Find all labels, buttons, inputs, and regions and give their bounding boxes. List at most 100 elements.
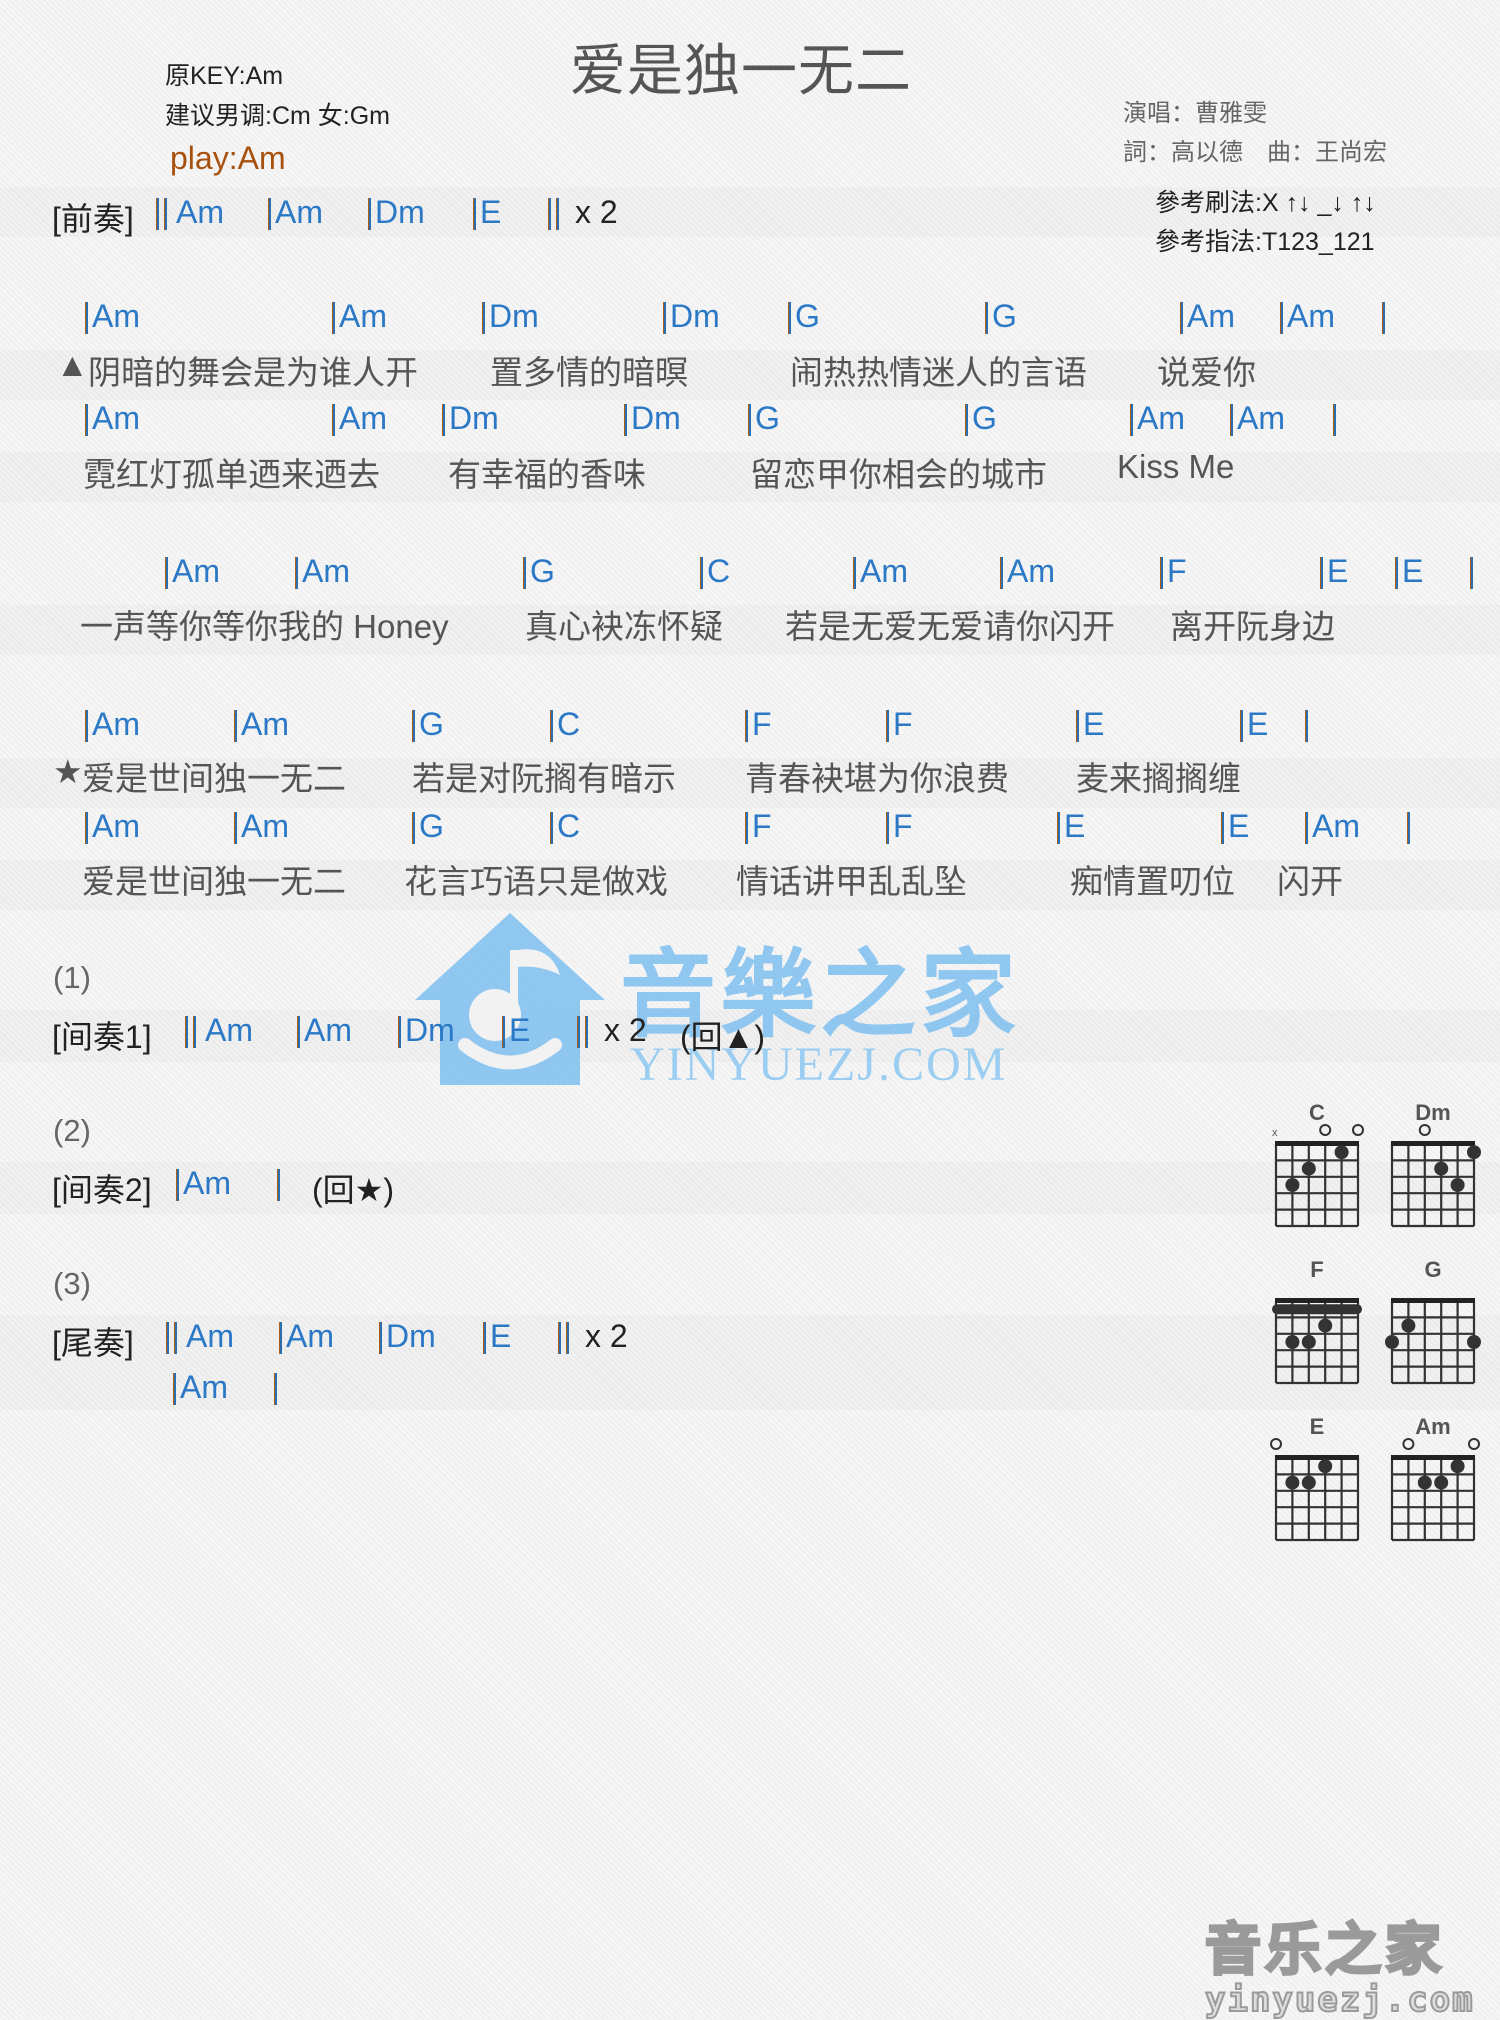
chord[interactable]: Dm <box>489 298 539 335</box>
chord[interactable]: Am <box>92 400 140 437</box>
barline <box>176 1169 179 1201</box>
chord[interactable]: F <box>893 808 913 845</box>
chord[interactable]: Am <box>176 194 224 231</box>
chord[interactable]: Am <box>241 706 289 743</box>
chord[interactable]: Dm <box>449 400 499 437</box>
repeat-end-barline <box>548 198 560 230</box>
lyric: 有幸福的香味 <box>448 456 646 493</box>
chord[interactable]: E <box>480 194 501 231</box>
chord[interactable]: E <box>1402 553 1423 590</box>
chorus-1-lyrics: ★ 爱是世间独一无二 若是对阮搁有暗示 青春袂堪为你浪费 麦来搁搁缠 <box>0 752 1500 800</box>
credits: 詞：高以德 曲：王尚宏 <box>1123 139 1387 166</box>
barline <box>295 557 298 589</box>
chord[interactable]: Am <box>1007 553 1055 590</box>
chord[interactable]: Dm <box>631 400 681 437</box>
finger-dot <box>1285 1475 1300 1490</box>
chord[interactable]: G <box>530 553 555 590</box>
chord[interactable]: Am <box>275 194 323 231</box>
chord[interactable]: Am <box>302 553 350 590</box>
barline <box>1382 302 1385 334</box>
barline <box>85 404 88 436</box>
verse-1-chords: Am Am Dm Dm G G Am Am <box>0 298 1500 346</box>
chord[interactable]: C <box>707 553 730 590</box>
chord[interactable]: Am <box>183 1165 231 1202</box>
open-string-marker <box>1352 1124 1364 1136</box>
chord[interactable]: Am <box>172 553 220 590</box>
lyric: 情话讲甲乱乱坠 <box>736 863 967 900</box>
barline <box>279 1322 282 1354</box>
chord[interactable]: Am <box>92 298 140 335</box>
chord[interactable]: Am <box>180 1369 228 1406</box>
chord[interactable]: E <box>1083 706 1104 743</box>
chord[interactable]: C <box>557 706 580 743</box>
chord[interactable]: Am <box>92 808 140 845</box>
muted-string-marker: x <box>1272 1127 1278 1139</box>
chord[interactable]: E <box>1064 808 1085 845</box>
barline <box>379 1322 382 1354</box>
chord[interactable]: Am <box>92 706 140 743</box>
chord[interactable]: Am <box>286 1318 334 1355</box>
lyric: 麦来搁搁缠 <box>1076 760 1241 797</box>
chord[interactable]: Am <box>339 298 387 335</box>
footer-logo-url: yinyuezj.com <box>1204 1979 1475 2020</box>
play-key: play:Am <box>170 140 286 176</box>
outro-line: [尾奏] Am Am Dm E x 2 <box>0 1318 1000 1366</box>
finger-dot <box>1450 1178 1465 1192</box>
open-string-marker <box>1319 1124 1332 1136</box>
chord[interactable]: G <box>972 400 997 437</box>
finger-dot <box>1417 1475 1432 1490</box>
chord[interactable]: F <box>893 706 913 743</box>
barline <box>1470 557 1473 589</box>
chord[interactable]: G <box>795 298 820 335</box>
verse-1-lyrics: ▲ 阴暗的舞会是为谁人开 置多情的暗暝 闹热热情迷人的言语 说爱你 <box>0 346 1500 394</box>
lyric: 青春袂堪为你浪费 <box>745 760 1009 797</box>
repeat-start-barline <box>166 1322 178 1354</box>
chord[interactable]: Am <box>1312 808 1360 845</box>
chord-diagram-g: G <box>1378 1257 1488 1407</box>
chord[interactable]: Am <box>1287 298 1335 335</box>
chord-diagram-dm: Dm <box>1378 1100 1488 1250</box>
barline <box>85 302 88 334</box>
chord[interactable]: Am <box>860 553 908 590</box>
prelude-label: [前奏] <box>52 201 134 237</box>
chord[interactable]: Dm <box>405 1012 455 1049</box>
nut <box>1275 1141 1359 1146</box>
chord[interactable]: F <box>752 706 772 743</box>
chord[interactable]: E <box>1247 706 1268 743</box>
lyric: Kiss Me <box>1117 448 1235 485</box>
chord[interactable]: Am <box>241 808 289 845</box>
chord[interactable]: E <box>1228 808 1249 845</box>
lyric: 爱是世间独一无二 <box>82 863 346 900</box>
chord[interactable]: E <box>490 1318 511 1355</box>
barline <box>1057 812 1060 844</box>
chord[interactable]: G <box>419 706 444 743</box>
barline <box>502 1016 505 1048</box>
chord[interactable]: C <box>557 808 580 845</box>
barline <box>368 198 371 230</box>
barline <box>412 812 415 844</box>
chord[interactable]: Am <box>186 1318 234 1355</box>
chord[interactable]: Am <box>1137 400 1185 437</box>
barline <box>268 198 271 230</box>
chord[interactable]: F <box>1167 553 1187 590</box>
chord[interactable]: Am <box>1237 400 1285 437</box>
chord[interactable]: G <box>755 400 780 437</box>
chord[interactable]: Am <box>339 400 387 437</box>
chord[interactable]: E <box>1327 553 1348 590</box>
chord[interactable]: F <box>752 808 772 845</box>
chord[interactable]: G <box>992 298 1017 335</box>
chord[interactable]: Dm <box>386 1318 436 1355</box>
chord[interactable]: E <box>509 1012 530 1049</box>
chord[interactable]: G <box>419 808 444 845</box>
barline <box>550 710 553 742</box>
chord[interactable]: Dm <box>375 194 425 231</box>
chord[interactable]: Am <box>205 1012 253 1049</box>
nut <box>1391 1298 1475 1303</box>
finger-dot <box>1450 1459 1465 1474</box>
barline <box>473 198 476 230</box>
barline <box>412 710 415 742</box>
chord[interactable]: Dm <box>670 298 720 335</box>
barline <box>332 302 335 334</box>
chord[interactable]: Am <box>1187 298 1235 335</box>
chord[interactable]: Am <box>304 1012 352 1049</box>
